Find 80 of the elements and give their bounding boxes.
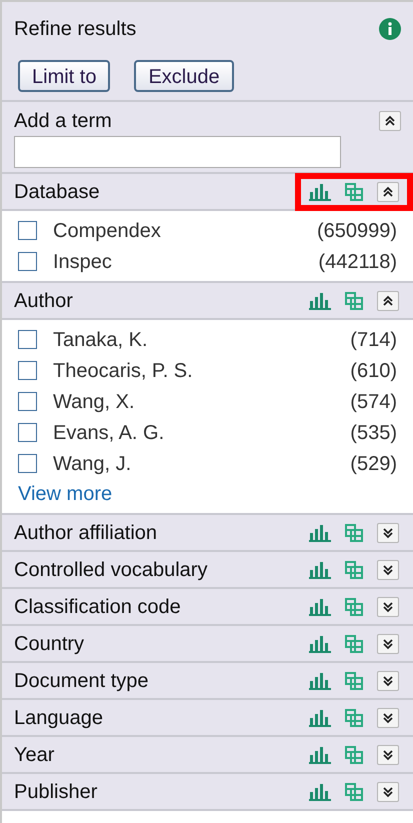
panel-title: Refine results: [14, 17, 136, 42]
table-icon[interactable]: [344, 634, 364, 654]
bar-chart-icon[interactable]: [309, 708, 331, 726]
table-icon[interactable]: [344, 290, 364, 310]
result-count: (610): [350, 358, 397, 384]
table-icon[interactable]: [344, 744, 364, 764]
facet-title[interactable]: Database: [14, 176, 100, 206]
bar-chart-icon[interactable]: [309, 560, 331, 578]
double-chevron-down-icon: [382, 564, 394, 576]
bar-chart-icon[interactable]: [309, 524, 331, 542]
bar-chart-icon[interactable]: [309, 672, 331, 690]
table-icon[interactable]: [344, 560, 364, 580]
double-chevron-up-icon: [384, 115, 396, 127]
result-count: (442118): [318, 250, 397, 274]
facet-title[interactable]: Year: [14, 740, 54, 770]
bar-chart-icon[interactable]: [309, 634, 331, 652]
double-chevron-down-icon: [382, 748, 394, 760]
double-chevron-down-icon: [382, 674, 394, 686]
input-field[interactable]: [14, 136, 341, 168]
expand-button[interactable]: [377, 596, 399, 616]
view-more-link[interactable]: View more: [18, 479, 397, 509]
result-count: (574): [350, 390, 397, 414]
checkbox[interactable]: [18, 392, 37, 411]
facet-title[interactable]: Author: [14, 286, 73, 316]
facet-option[interactable]: Tanaka, K.: [53, 324, 148, 354]
action-button[interactable]: Limit to: [18, 60, 110, 92]
checkbox[interactable]: [18, 330, 37, 349]
table-icon[interactable]: [344, 782, 364, 802]
facet-title[interactable]: Language: [14, 702, 103, 732]
table-icon[interactable]: [344, 182, 364, 202]
facet-title[interactable]: Controlled vocabulary: [14, 554, 208, 584]
facet-option[interactable]: Theocaris, P. S.: [53, 356, 193, 386]
double-chevron-down-icon: [382, 712, 394, 724]
double-chevron-up-icon: [382, 294, 394, 306]
section-title: Add a term: [14, 109, 112, 134]
checkbox[interactable]: [18, 221, 37, 240]
expand-button[interactable]: [377, 670, 399, 690]
double-chevron-up-icon: [382, 186, 394, 198]
expand-button[interactable]: [377, 744, 399, 764]
checkbox[interactable]: [18, 252, 37, 271]
result-count: (714): [350, 328, 397, 352]
checkbox[interactable]: [18, 423, 37, 442]
facet-title[interactable]: Document type: [14, 666, 149, 696]
table-icon[interactable]: [344, 670, 364, 690]
bar-chart-icon[interactable]: [309, 746, 331, 764]
expand-button[interactable]: [377, 560, 399, 580]
facet-option[interactable]: Wang, X.: [53, 386, 135, 416]
facet-option[interactable]: Wang, J.: [53, 448, 132, 478]
action-button[interactable]: Exclude: [134, 60, 234, 92]
double-chevron-down-icon: [382, 786, 394, 798]
collapse-button[interactable]: [379, 111, 401, 131]
result-count: (535): [350, 420, 397, 446]
expand-button[interactable]: [377, 782, 399, 802]
collapse-button[interactable]: [377, 290, 399, 310]
facet-title[interactable]: Classification code: [14, 592, 181, 622]
bar-chart-icon[interactable]: [309, 782, 331, 800]
facet-option[interactable]: Evans, A. G.: [53, 418, 164, 448]
facet-title[interactable]: Country: [14, 628, 84, 658]
result-count: (650999): [316, 218, 397, 244]
collapse-button[interactable]: [377, 182, 399, 202]
facet-title[interactable]: Author affiliation: [14, 518, 158, 548]
double-chevron-down-icon: [382, 638, 394, 650]
double-chevron-down-icon: [382, 600, 394, 612]
table-icon[interactable]: [344, 596, 364, 616]
checkbox[interactable]: [18, 454, 37, 473]
expand-button[interactable]: [377, 634, 399, 654]
facet-option[interactable]: Compendex: [53, 216, 161, 246]
facet-title[interactable]: Publisher: [14, 776, 98, 806]
double-chevron-down-icon: [382, 526, 394, 538]
bar-chart-icon[interactable]: [309, 292, 331, 310]
info-icon[interactable]: [379, 18, 401, 40]
table-icon[interactable]: [344, 708, 364, 728]
expand-button[interactable]: [377, 522, 399, 542]
facet-option[interactable]: Inspec: [53, 246, 112, 276]
result-count: (529): [350, 452, 397, 476]
bar-chart-icon[interactable]: [309, 182, 331, 200]
checkbox[interactable]: [18, 361, 37, 380]
expand-button[interactable]: [377, 708, 399, 728]
table-icon[interactable]: [344, 522, 364, 542]
bar-chart-icon[interactable]: [309, 598, 331, 616]
